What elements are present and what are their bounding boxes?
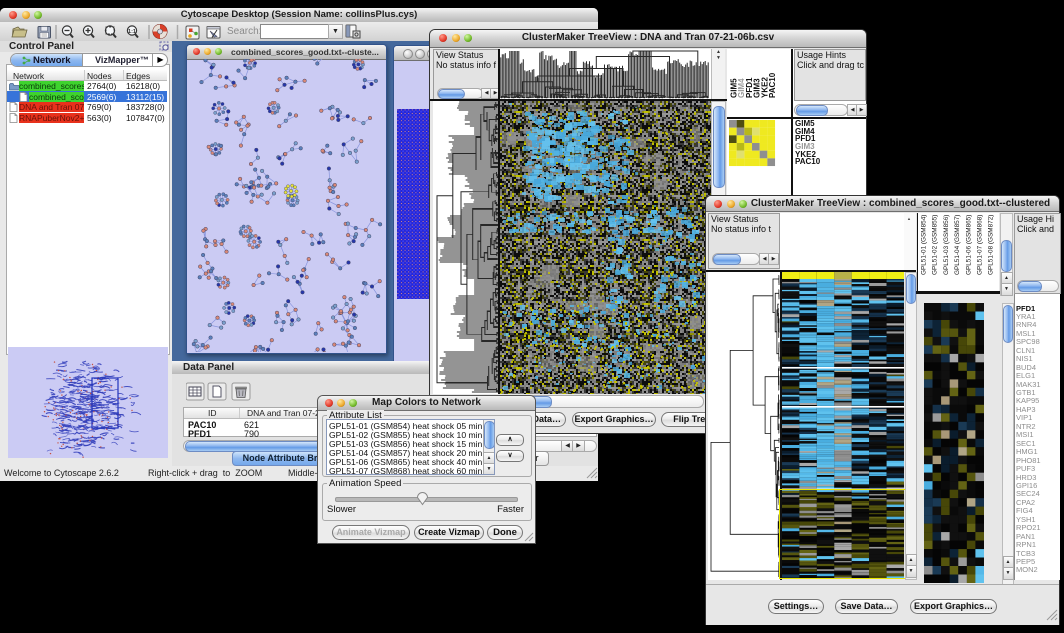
- svg-text:GPL51-03 (GSM856): GPL51-03 (GSM856): [943, 215, 950, 275]
- svg-text:GPL51-08 (GSM872): GPL51-08 (GSM872): [988, 215, 995, 275]
- svg-text:GPL51-02 (GSM855): GPL51-02 (GSM855): [932, 215, 939, 275]
- svg-text:1:1: 1:1: [128, 29, 136, 35]
- svg-text:GPL51-04 (GSM857): GPL51-04 (GSM857): [954, 215, 961, 275]
- svg-text:GPL51-07 (GSM868): GPL51-07 (GSM868): [977, 215, 984, 275]
- svg-text:GPL51-06 (GSM865): GPL51-06 (GSM865): [965, 215, 972, 275]
- svg-text:PAC10: PAC10: [768, 72, 777, 98]
- svg-text:GPL51-01 (GSM854): GPL51-01 (GSM854): [921, 215, 928, 275]
